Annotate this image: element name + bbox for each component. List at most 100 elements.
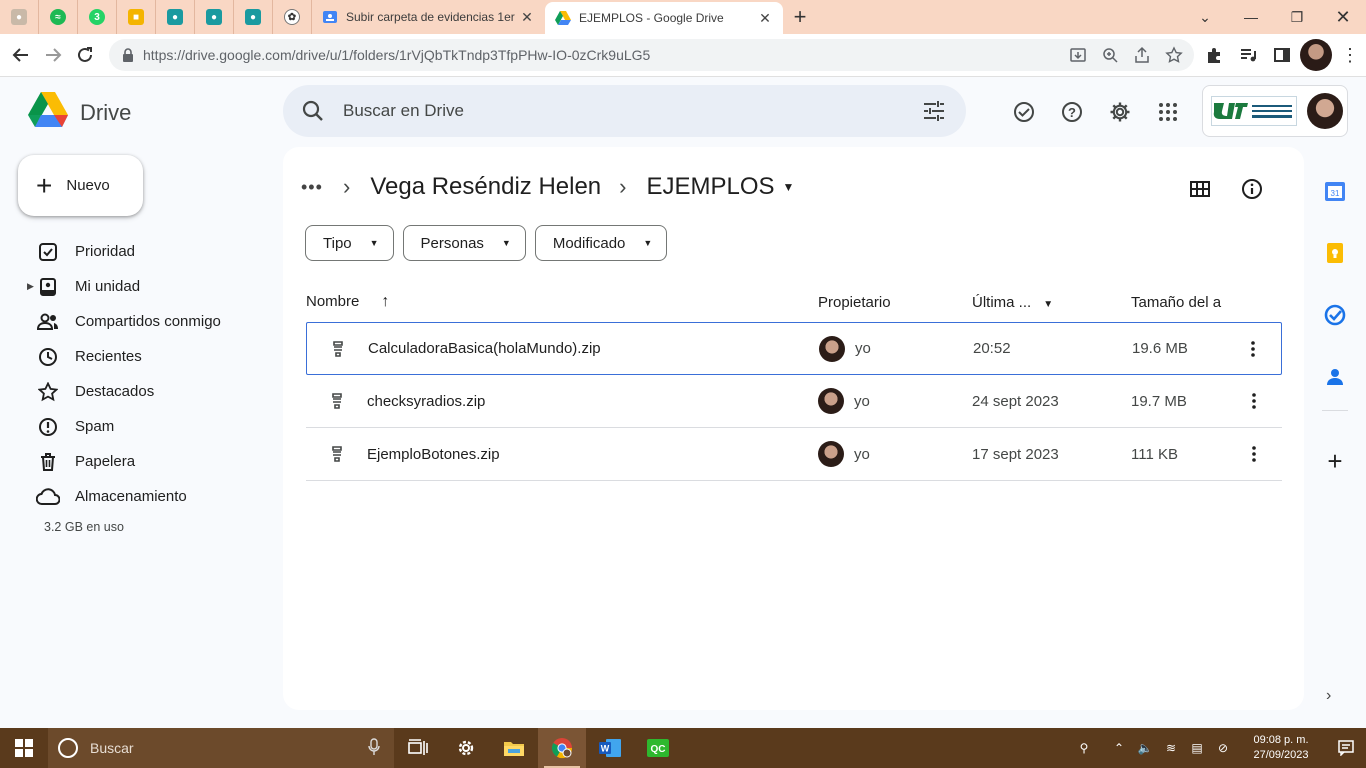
- tab-search-icon[interactable]: ⌄: [1182, 0, 1228, 34]
- settings-gear-icon[interactable]: [1096, 90, 1144, 134]
- new-button[interactable]: + Nuevo: [18, 155, 143, 216]
- keep-icon[interactable]: [1312, 222, 1358, 284]
- owner-label: yo: [855, 340, 871, 357]
- search-bar[interactable]: Buscar en Drive: [283, 85, 966, 137]
- sidebar-item-recientes[interactable]: Recientes: [0, 339, 270, 374]
- help-icon[interactable]: ?: [1048, 90, 1096, 134]
- file-row[interactable]: checksyradios.zip yo 24 sept 2023 19.7 M…: [306, 375, 1282, 428]
- pinned-tab-contacts-3[interactable]: ●: [234, 0, 273, 34]
- column-name[interactable]: Nombre ↑: [306, 293, 389, 311]
- more-actions-icon[interactable]: [1244, 442, 1264, 466]
- lock-icon[interactable]: [113, 48, 143, 62]
- file-explorer-icon[interactable]: [490, 728, 538, 768]
- wifi-icon[interactable]: ≋: [1159, 741, 1183, 755]
- more-actions-icon[interactable]: [1244, 389, 1264, 413]
- install-app-icon[interactable]: [1066, 43, 1090, 67]
- column-modified[interactable]: Última ... ▼: [972, 294, 1053, 311]
- offline-ready-icon[interactable]: [1000, 90, 1048, 134]
- file-row[interactable]: CalculadoraBasica(holaMundo).zip yo 20:5…: [306, 322, 1282, 375]
- pinned-tab-classroom[interactable]: ■: [117, 0, 156, 34]
- filter-personas[interactable]: Personas ▼: [402, 225, 526, 261]
- breadcrumb-parent[interactable]: Vega Reséndiz Helen: [370, 173, 601, 201]
- reload-button[interactable]: [69, 39, 101, 71]
- close-window-icon[interactable]: ✕: [1320, 0, 1366, 34]
- zoom-icon[interactable]: [1098, 43, 1122, 67]
- expand-caret-icon[interactable]: ▶: [27, 281, 34, 292]
- more-actions-icon[interactable]: [1243, 337, 1263, 361]
- side-panel-icon[interactable]: [1266, 39, 1298, 71]
- chrome-app-icon[interactable]: [538, 728, 586, 768]
- share-icon[interactable]: [1130, 43, 1154, 67]
- restore-icon[interactable]: ❐: [1274, 0, 1320, 34]
- minimize-icon[interactable]: —: [1228, 0, 1274, 34]
- add-addon-icon[interactable]: +: [1322, 446, 1348, 476]
- taskbar-search-input[interactable]: Buscar: [90, 740, 134, 756]
- word-app-icon[interactable]: W: [586, 728, 634, 768]
- account-switcher[interactable]: [1202, 85, 1348, 137]
- tab-subir-carpeta[interactable]: Subir carpeta de evidencias 1er ✕: [312, 0, 545, 34]
- network-off-icon[interactable]: ⊘: [1211, 741, 1235, 755]
- chevron-right-icon[interactable]: ›: [1326, 687, 1331, 705]
- show-hidden-icons[interactable]: ⌃: [1107, 741, 1131, 755]
- sort-ascending-icon[interactable]: ↑: [381, 293, 389, 310]
- search-options-icon[interactable]: [902, 101, 966, 121]
- sidebar-item-spam[interactable]: Spam: [0, 409, 270, 444]
- pinned-tab-contacts-1[interactable]: ●: [156, 0, 195, 34]
- pinned-tab-1[interactable]: ●: [0, 0, 39, 34]
- sidebar-item-almacenamiento[interactable]: Almacenamiento: [0, 479, 270, 514]
- file-row[interactable]: EjemploBotones.zip yo 17 sept 2023 111 K…: [306, 428, 1282, 481]
- sidebar-item-papelera[interactable]: Papelera: [0, 444, 270, 479]
- more-breadcrumbs-icon[interactable]: •••: [301, 177, 325, 198]
- people-icon[interactable]: ⚲: [1072, 741, 1096, 755]
- priority-icon: [36, 240, 60, 264]
- calendar-icon[interactable]: 31: [1312, 160, 1358, 222]
- windows-start-icon[interactable]: [0, 728, 48, 768]
- folder-menu-dropdown-icon[interactable]: ▼: [783, 180, 795, 194]
- grid-view-icon[interactable]: [1184, 173, 1216, 205]
- sidebar-item-mi-unidad[interactable]: ▶ Mi unidad: [0, 269, 270, 304]
- notifications-icon[interactable]: [1326, 740, 1366, 756]
- task-view-icon[interactable]: [394, 728, 442, 768]
- back-button[interactable]: [5, 39, 37, 71]
- taskbar-clock[interactable]: 09:08 p. m. 27/09/2023: [1242, 733, 1320, 763]
- bookmark-star-icon[interactable]: [1162, 43, 1186, 67]
- address-bar[interactable]: https://drive.google.com/drive/u/1/folde…: [109, 39, 1194, 71]
- sidebar-item-compartidos[interactable]: Compartidos conmigo: [0, 304, 270, 339]
- search-icon[interactable]: [283, 100, 343, 122]
- microphone-icon[interactable]: [368, 737, 380, 759]
- details-info-icon[interactable]: [1236, 173, 1268, 205]
- sidebar-item-label: Papelera: [75, 453, 136, 470]
- column-owner[interactable]: Propietario: [818, 294, 891, 311]
- settings-app-icon[interactable]: [442, 728, 490, 768]
- close-tab-icon[interactable]: ✕: [519, 9, 535, 26]
- clock-date: 27/09/2023: [1253, 749, 1309, 761]
- extensions-icon[interactable]: [1198, 39, 1230, 71]
- battery-icon[interactable]: ▤: [1185, 741, 1209, 755]
- taskbar-search[interactable]: Buscar: [48, 728, 394, 768]
- pinned-tab-whatsapp[interactable]: 3: [78, 0, 117, 34]
- apps-grid-icon[interactable]: [1144, 90, 1192, 134]
- drive-logo[interactable]: Drive: [28, 92, 131, 133]
- profile-avatar[interactable]: [1300, 39, 1332, 71]
- new-tab-button[interactable]: +: [783, 0, 817, 34]
- forward-button[interactable]: [37, 39, 69, 71]
- contacts-icon[interactable]: [1312, 346, 1358, 408]
- pinned-tab-spotify[interactable]: ≈: [39, 0, 78, 34]
- filter-tipo[interactable]: Tipo ▼: [305, 225, 394, 261]
- sidebar-item-destacados[interactable]: Destacados: [0, 374, 270, 409]
- tasks-icon[interactable]: [1312, 284, 1358, 346]
- pinned-tab-contacts-2[interactable]: ●: [195, 0, 234, 34]
- media-control-icon[interactable]: [1232, 39, 1264, 71]
- close-tab-icon[interactable]: ✕: [757, 10, 773, 27]
- search-input[interactable]: Buscar en Drive: [343, 101, 902, 121]
- qc-app-icon[interactable]: QC: [634, 728, 682, 768]
- volume-muted-icon[interactable]: 🔈: [1133, 741, 1157, 755]
- filter-modificado[interactable]: Modificado ▼: [534, 225, 668, 261]
- account-avatar[interactable]: [1307, 93, 1343, 129]
- column-size[interactable]: Tamaño del a: [1131, 294, 1223, 311]
- tab-ejemplos-drive[interactable]: EJEMPLOS - Google Drive ✕: [545, 2, 783, 34]
- breadcrumb-current[interactable]: EJEMPLOS: [646, 173, 774, 201]
- browser-menu-icon[interactable]: ⋮: [1334, 39, 1366, 71]
- sidebar-item-prioridad[interactable]: Prioridad: [0, 234, 270, 269]
- pinned-tab-chatgpt[interactable]: ✿: [273, 0, 312, 34]
